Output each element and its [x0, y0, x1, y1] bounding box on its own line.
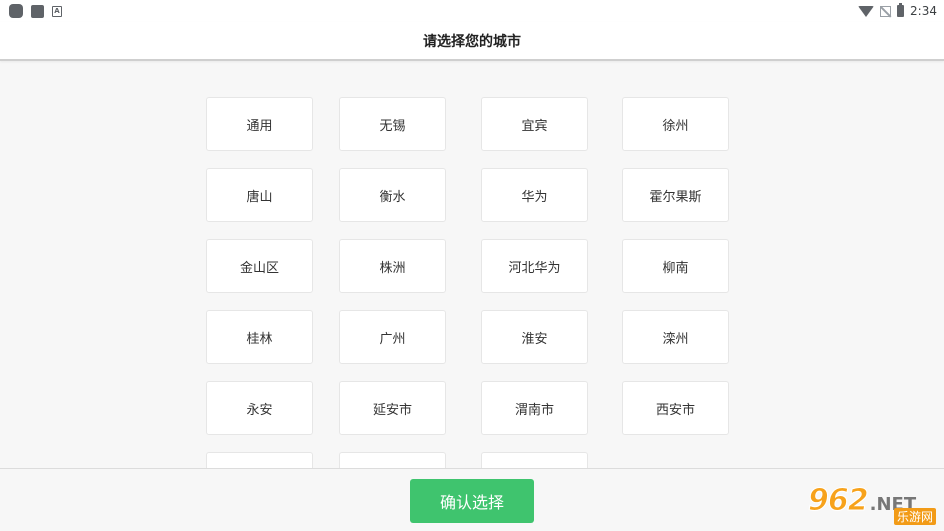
- confirm-button[interactable]: 确认选择: [410, 479, 534, 523]
- city-option[interactable]: 滦州: [622, 310, 729, 364]
- footer: 确认选择 962 .NET 乐游网: [0, 468, 944, 531]
- battery-charging-icon: [897, 3, 905, 17]
- status-right: 2:34: [858, 3, 937, 18]
- city-grid[interactable]: 通用 无锡 宜宾 徐州唐山 衡水 华为 霍尔果斯金山区 株洲 河北华为 柳南桂林 广州 淮安 滦州永安延…: [0, 63, 944, 468]
- city-option[interactable]: 延安市: [339, 381, 446, 435]
- city-option[interactable]: 西安市: [622, 381, 729, 435]
- city-option[interactable]: 柳南: [622, 239, 729, 293]
- city-option[interactable]: 通用: [206, 97, 313, 151]
- city-option[interactable]: [481, 452, 588, 468]
- city-option[interactable]: 宜宾: [481, 97, 588, 151]
- app-notification-icon: [9, 4, 23, 18]
- page-title: 请选择您的城市: [423, 33, 521, 50]
- city-option[interactable]: 衡水: [339, 168, 446, 222]
- status-time: 2:34: [910, 4, 937, 18]
- city-option[interactable]: [206, 452, 313, 468]
- city-option[interactable]: 华为: [481, 168, 588, 222]
- city-option[interactable]: 广州: [339, 310, 446, 364]
- city-option[interactable]: 霍尔果斯: [622, 168, 729, 222]
- city-option[interactable]: 金山区: [206, 239, 313, 293]
- no-signal-icon: [880, 5, 892, 17]
- square-notification-icon: [31, 4, 44, 18]
- watermark-logo: 962 .NET 乐游网: [808, 483, 938, 525]
- city-option[interactable]: 永安: [206, 381, 313, 435]
- status-left: A: [9, 4, 62, 18]
- watermark-sub: 乐游网: [893, 508, 936, 525]
- city-option[interactable]: 渭南市: [481, 381, 588, 435]
- city-option[interactable]: [339, 452, 446, 468]
- wifi-icon: [858, 5, 875, 17]
- header: 请选择您的城市: [0, 22, 944, 61]
- city-option[interactable]: 桂林: [206, 310, 313, 364]
- city-option[interactable]: 无锡: [339, 97, 446, 151]
- city-option[interactable]: 唐山: [206, 168, 313, 222]
- city-option[interactable]: 河北华为: [481, 239, 588, 293]
- watermark-number: 962: [808, 483, 870, 519]
- city-option[interactable]: 株洲: [339, 239, 446, 293]
- city-option[interactable]: 徐州: [622, 97, 729, 151]
- city-option[interactable]: 淮安: [481, 310, 588, 364]
- status-bar: A 2:34: [0, 0, 944, 22]
- font-notification-icon: A: [52, 5, 62, 17]
